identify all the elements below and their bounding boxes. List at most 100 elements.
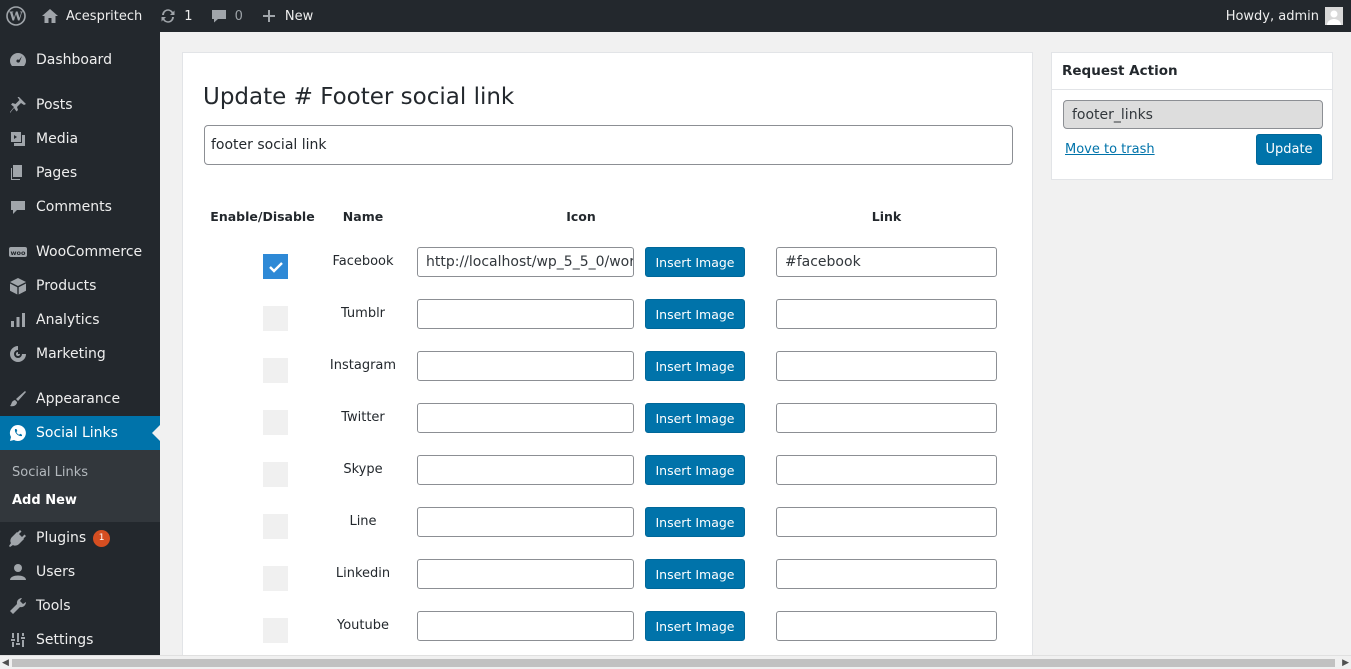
user-icon bbox=[0, 562, 36, 582]
sidebar-item-plugins[interactable]: Plugins 1 bbox=[0, 521, 160, 555]
sidebar-item-posts[interactable]: Posts bbox=[0, 88, 160, 122]
table-row: Facebook http://localhost/wp_5_5_0/wor Ins… bbox=[183, 247, 1034, 299]
column-header-icon: Icon bbox=[566, 209, 596, 224]
enable-checkbox[interactable] bbox=[263, 306, 288, 331]
enable-checkbox[interactable] bbox=[263, 358, 288, 383]
row-name: Skype bbox=[343, 462, 383, 477]
link-input[interactable]: #facebook bbox=[776, 247, 997, 277]
icon-url-input[interactable] bbox=[417, 351, 634, 381]
enable-checkbox[interactable] bbox=[263, 618, 288, 643]
page-title: Update # Footer social link bbox=[203, 84, 515, 110]
insert-image-button[interactable]: Insert Image bbox=[645, 403, 745, 433]
enable-checkbox[interactable] bbox=[263, 254, 288, 279]
sidebar-item-appearance[interactable]: Appearance bbox=[0, 382, 160, 416]
move-to-trash-link[interactable]: Move to trash bbox=[1065, 142, 1155, 157]
insert-image-button[interactable]: Insert Image bbox=[645, 351, 745, 381]
row-name: Linkedin bbox=[335, 566, 391, 581]
sidebar-item-label: Social Links bbox=[36, 425, 118, 441]
comments-link[interactable]: 0 bbox=[201, 0, 251, 32]
woo-icon: woo bbox=[0, 242, 36, 262]
icon-url-input[interactable] bbox=[417, 403, 634, 433]
submenu-add-new[interactable]: Add New bbox=[12, 493, 77, 508]
column-header-enable: Enable/Disable bbox=[210, 209, 315, 224]
insert-image-button[interactable]: Insert Image bbox=[645, 247, 745, 277]
icon-url-input[interactable] bbox=[417, 299, 634, 329]
sidebar-item-label: Analytics bbox=[36, 312, 100, 328]
svg-text:W: W bbox=[8, 10, 23, 24]
media-icon bbox=[0, 129, 36, 149]
sidebar-item-tools[interactable]: Tools bbox=[0, 589, 160, 623]
sidebar-item-woocommerce[interactable]: woo WooCommerce bbox=[0, 235, 160, 269]
updates-count: 1 bbox=[184, 8, 193, 24]
row-name: Line bbox=[349, 514, 377, 529]
sidebar-item-label: Marketing bbox=[36, 346, 106, 362]
link-input[interactable] bbox=[776, 299, 997, 329]
wrench-icon bbox=[0, 596, 36, 616]
slug-field: footer_links bbox=[1063, 100, 1323, 129]
updates-link[interactable]: 1 bbox=[150, 0, 200, 32]
sidebar-item-dashboard[interactable]: Dashboard bbox=[0, 43, 160, 77]
insert-image-button[interactable]: Insert Image bbox=[645, 507, 745, 537]
sidebar-item-label: Dashboard bbox=[36, 52, 112, 68]
plug-icon bbox=[0, 528, 36, 548]
brush-icon bbox=[0, 389, 36, 409]
pin-icon bbox=[0, 95, 36, 115]
avatar bbox=[1325, 7, 1343, 25]
title-input[interactable] bbox=[204, 125, 1013, 165]
sidebar-item-media[interactable]: Media bbox=[0, 122, 160, 156]
request-action-card: Request Action footer_links Move to tras… bbox=[1051, 52, 1333, 180]
divider bbox=[1052, 89, 1332, 90]
plugins-update-badge: 1 bbox=[93, 529, 111, 547]
link-input[interactable] bbox=[776, 559, 997, 589]
admin-bar: W Acespritech 1 0 New Howdy, admin bbox=[0, 0, 1351, 32]
sidebar-item-label: Posts bbox=[36, 97, 73, 113]
icon-url-input[interactable] bbox=[417, 455, 634, 485]
sidebar-item-pages[interactable]: Pages bbox=[0, 156, 160, 190]
scroll-right-arrow-icon[interactable]: ▶ bbox=[1342, 658, 1349, 668]
enable-checkbox[interactable] bbox=[263, 410, 288, 435]
home-icon bbox=[40, 6, 60, 26]
horizontal-scrollbar[interactable]: ◀ ▶ bbox=[0, 655, 1351, 669]
site-name-link[interactable]: Acespritech bbox=[32, 0, 150, 32]
icon-url-input[interactable]: http://localhost/wp_5_5_0/wor bbox=[417, 247, 634, 277]
sidebar-item-settings[interactable]: Settings bbox=[0, 623, 160, 657]
account-menu[interactable]: Howdy, admin bbox=[1226, 0, 1343, 32]
icon-url-input[interactable] bbox=[417, 611, 634, 641]
sidebar-item-social-links[interactable]: Social Links bbox=[0, 416, 160, 450]
box-icon bbox=[0, 276, 36, 296]
icon-url-input[interactable] bbox=[417, 507, 634, 537]
row-name: Tumblr bbox=[340, 306, 386, 321]
icon-url-input[interactable] bbox=[417, 559, 634, 589]
scroll-left-arrow-icon[interactable]: ◀ bbox=[2, 658, 9, 668]
sidebar-item-products[interactable]: Products bbox=[0, 269, 160, 303]
sidebar-item-comments[interactable]: Comments bbox=[0, 190, 160, 224]
sidebar-item-label: Tools bbox=[36, 598, 71, 614]
megaphone-icon bbox=[0, 344, 36, 364]
update-button[interactable]: Update bbox=[1256, 134, 1322, 165]
link-input[interactable] bbox=[776, 611, 997, 641]
enable-checkbox[interactable] bbox=[263, 462, 288, 487]
table-row: Tumblr Insert Image bbox=[183, 299, 1034, 351]
sidebar-item-marketing[interactable]: Marketing bbox=[0, 337, 160, 371]
scrollbar-thumb[interactable] bbox=[12, 659, 1335, 667]
insert-image-button[interactable]: Insert Image bbox=[645, 611, 745, 641]
link-input[interactable] bbox=[776, 455, 997, 485]
enable-checkbox[interactable] bbox=[263, 566, 288, 591]
new-content-link[interactable]: New bbox=[251, 0, 321, 32]
insert-image-button[interactable]: Insert Image bbox=[645, 559, 745, 589]
sidebar-item-label: Media bbox=[36, 131, 79, 147]
link-input[interactable] bbox=[776, 351, 997, 381]
bar-chart-icon bbox=[0, 310, 36, 330]
sidebar-item-analytics[interactable]: Analytics bbox=[0, 303, 160, 337]
enable-checkbox[interactable] bbox=[263, 514, 288, 539]
insert-image-button[interactable]: Insert Image bbox=[645, 455, 745, 485]
column-header-name: Name bbox=[342, 209, 384, 224]
sidebar-item-users[interactable]: Users bbox=[0, 555, 160, 589]
table-row: Instagram Insert Image bbox=[183, 351, 1034, 403]
insert-image-button[interactable]: Insert Image bbox=[645, 299, 745, 329]
wordpress-logo-icon[interactable]: W bbox=[0, 0, 32, 32]
submenu-social-links[interactable]: Social Links bbox=[12, 465, 88, 480]
link-input[interactable] bbox=[776, 403, 997, 433]
table-row: Linkedin Insert Image bbox=[183, 559, 1034, 611]
link-input[interactable] bbox=[776, 507, 997, 537]
